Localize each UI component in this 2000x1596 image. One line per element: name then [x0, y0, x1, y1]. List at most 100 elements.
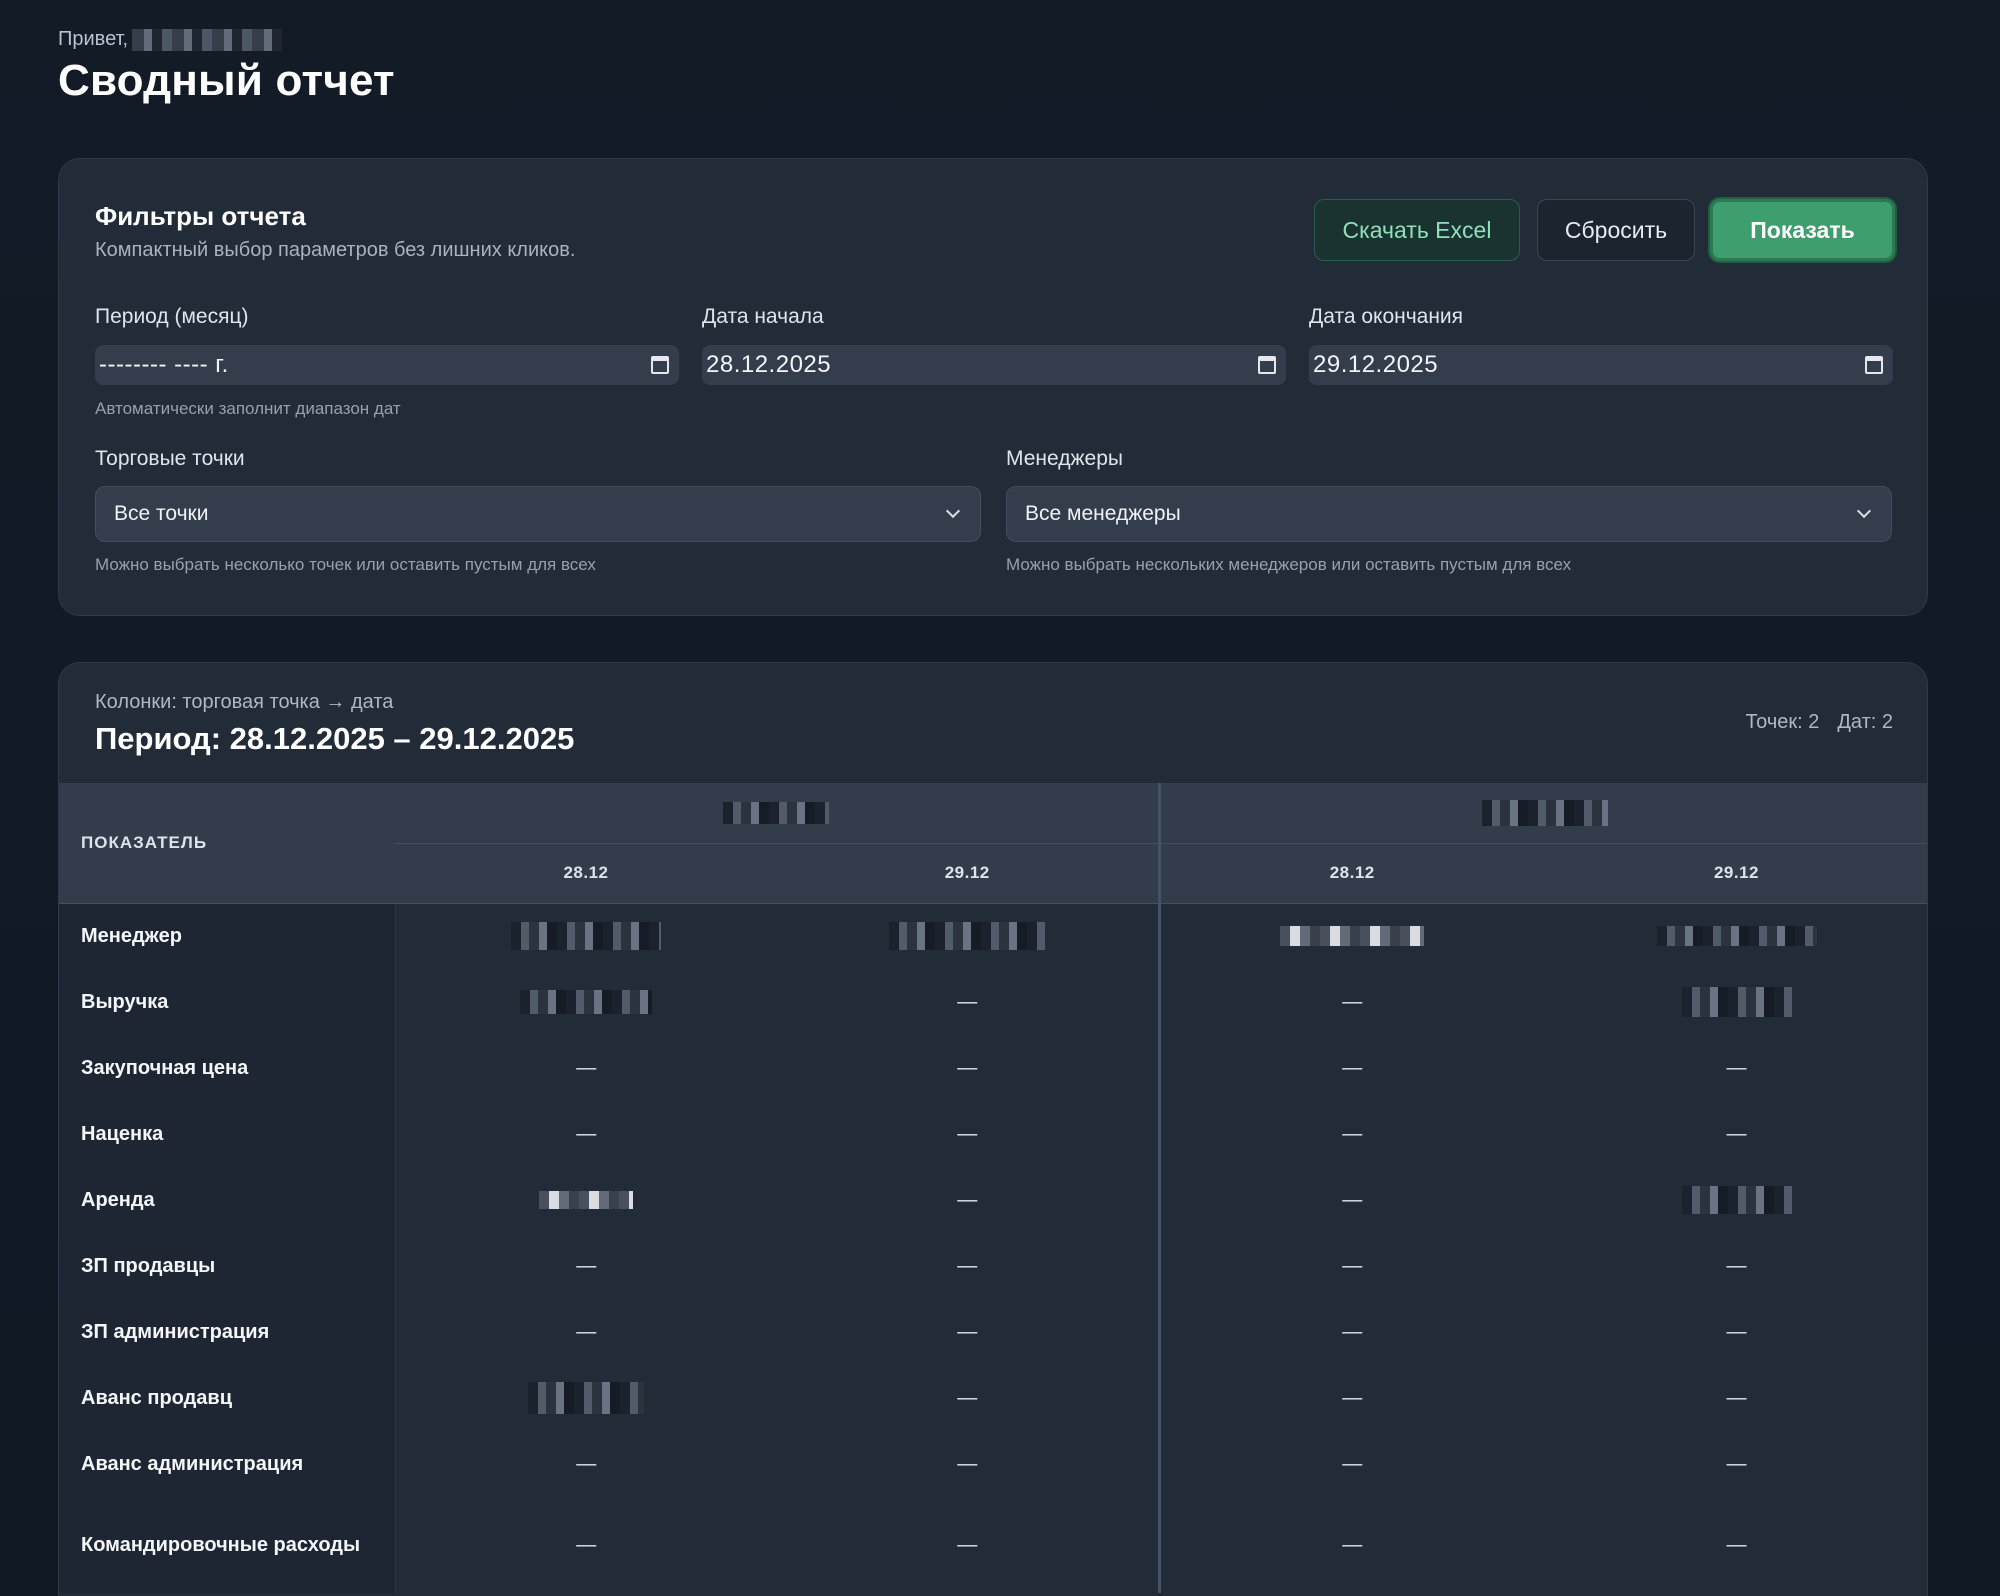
reset-button[interactable]: Сбросить — [1537, 199, 1695, 261]
redacted-value — [511, 922, 662, 951]
table-cell — [1544, 969, 1927, 1035]
report-table: ПОКАЗАТЕЛЬ 28.12 29.12 28.12 29.12 Менед… — [59, 783, 1927, 1593]
redacted-value — [520, 990, 653, 1014]
table-cell — [1157, 903, 1544, 969]
chevron-down-icon — [945, 503, 961, 519]
table-cell: — — [1544, 1233, 1927, 1299]
store-header — [395, 783, 1159, 844]
stores-select-value: Все точки — [114, 502, 209, 525]
table-cell: — — [1544, 1299, 1927, 1365]
table-cell: — — [777, 1299, 1159, 1365]
table-row: ЗП продавцы — — — — — [59, 1233, 1927, 1299]
table-cell: — — [777, 1035, 1159, 1101]
table-cell: — — [1544, 1035, 1927, 1101]
end-date-label: Дата окончания — [1309, 305, 1464, 328]
date-column-header: 29.12 — [777, 843, 1159, 904]
table-cell — [395, 903, 777, 969]
end-date-input[interactable]: 29.12.2025 — [1309, 345, 1893, 385]
metric-name: Аренда — [59, 1167, 396, 1233]
table-cell — [1544, 1167, 1927, 1233]
redacted-value — [1656, 926, 1817, 947]
table-cell: — — [395, 1101, 777, 1167]
table-cell: — — [1157, 1233, 1544, 1299]
date-column-header: 29.12 — [1544, 843, 1927, 904]
table-cell: — — [777, 1431, 1159, 1497]
table-cell — [395, 1365, 777, 1431]
table-cell: — — [777, 1101, 1159, 1167]
show-button[interactable]: Показать — [1710, 199, 1895, 261]
calendar-icon[interactable] — [1865, 356, 1883, 374]
managers-hint: Можно выбрать нескольких менеджеров или … — [1006, 555, 1572, 574]
redacted-value — [1681, 1186, 1792, 1214]
stores-count: Точек: 2 — [1745, 711, 1820, 733]
table-row: Аванс администрация — — — — — [59, 1431, 1927, 1497]
table-cell: — — [1157, 1101, 1544, 1167]
page: Привет, Сводный отчет Фильтры отчета Ком… — [0, 0, 2000, 1596]
table-cell: — — [1544, 1497, 1927, 1593]
greeting-text: Привет, — [58, 28, 129, 50]
table-row: Аванс продавц — — — — [59, 1365, 1927, 1431]
metric-column-header: ПОКАЗАТЕЛЬ — [59, 783, 395, 904]
table-cell: — — [395, 1431, 777, 1497]
greeting: Привет, — [58, 28, 283, 51]
filters-title: Фильтры отчета — [95, 201, 306, 231]
date-column-header: 28.12 — [395, 843, 777, 904]
table-cell: — — [395, 1233, 777, 1299]
start-date-value: 28.12.2025 — [706, 351, 832, 378]
table-cell: — — [1157, 1431, 1544, 1497]
report-counts: Точек: 2 Дат: 2 — [1746, 711, 1894, 734]
table-cell: — — [1157, 1035, 1544, 1101]
table-cell: — — [1544, 1365, 1927, 1431]
table-cell: — — [777, 1365, 1159, 1431]
table-cell: — — [777, 969, 1159, 1035]
table-row: Командировочные расходы — — — — — [59, 1497, 1927, 1593]
redacted-value — [1280, 926, 1425, 947]
period-label: Период (месяц) — [95, 305, 249, 328]
redacted-value — [539, 1191, 634, 1210]
start-date-label: Дата начала — [702, 305, 824, 328]
table-cell: — — [1544, 1431, 1927, 1497]
metric-name: Наценка — [59, 1101, 396, 1167]
table-cell: — — [1157, 1167, 1544, 1233]
table-row: ЗП администрация — — — — — [59, 1299, 1927, 1365]
metric-name: Командировочные расходы — [59, 1497, 396, 1593]
filters-card: Фильтры отчета Компактный выбор параметр… — [58, 158, 1928, 616]
download-excel-button[interactable]: Скачать Excel — [1314, 199, 1520, 261]
table-cell: — — [777, 1167, 1159, 1233]
stores-label: Торговые точки — [95, 447, 245, 470]
metric-name: Аванс администрация — [59, 1431, 396, 1497]
table-cell — [777, 903, 1159, 969]
table-cell: — — [1157, 969, 1544, 1035]
redacted-value — [889, 922, 1046, 951]
filters-subtitle: Компактный выбор параметров без лишних к… — [95, 239, 576, 261]
stores-hint: Можно выбрать несколько точек или остави… — [95, 555, 596, 574]
redacted-store-name — [723, 801, 830, 824]
table-cell: — — [1544, 1101, 1927, 1167]
metric-name: ЗП продавцы — [59, 1233, 396, 1299]
calendar-icon[interactable] — [1258, 356, 1276, 374]
start-date-input[interactable]: 28.12.2025 — [702, 345, 1286, 385]
table-cell: — — [1157, 1497, 1544, 1593]
report-columns-caption: Колонки: торговая точка → дата — [95, 691, 394, 713]
table-cell — [395, 969, 777, 1035]
calendar-icon[interactable] — [651, 356, 669, 374]
period-month-input[interactable]: -------- ---- г. — [95, 345, 679, 385]
chevron-down-icon — [1856, 503, 1872, 519]
table-cell: — — [777, 1233, 1159, 1299]
managers-label: Менеджеры — [1006, 447, 1123, 470]
report-table-wrap[interactable]: ПОКАЗАТЕЛЬ 28.12 29.12 28.12 29.12 Менед… — [59, 783, 1927, 1593]
metric-name: Аванс продавц — [59, 1365, 396, 1431]
page-title: Сводный отчет — [58, 56, 395, 105]
table-cell: — — [395, 1035, 777, 1101]
table-cell: — — [777, 1497, 1159, 1593]
table-row: Аренда — — — [59, 1167, 1927, 1233]
redacted-value — [1681, 987, 1792, 1017]
dates-count: Дат: 2 — [1837, 711, 1893, 733]
table-row: Закупочная цена — — — — — [59, 1035, 1927, 1101]
table-cell: — — [395, 1497, 777, 1593]
table-cell: — — [395, 1299, 777, 1365]
stores-select[interactable]: Все точки — [95, 486, 981, 542]
report-period-title: Период: 28.12.2025 – 29.12.2025 — [95, 721, 575, 756]
metric-name: Менеджер — [59, 903, 396, 969]
managers-select[interactable]: Все менеджеры — [1006, 486, 1892, 542]
